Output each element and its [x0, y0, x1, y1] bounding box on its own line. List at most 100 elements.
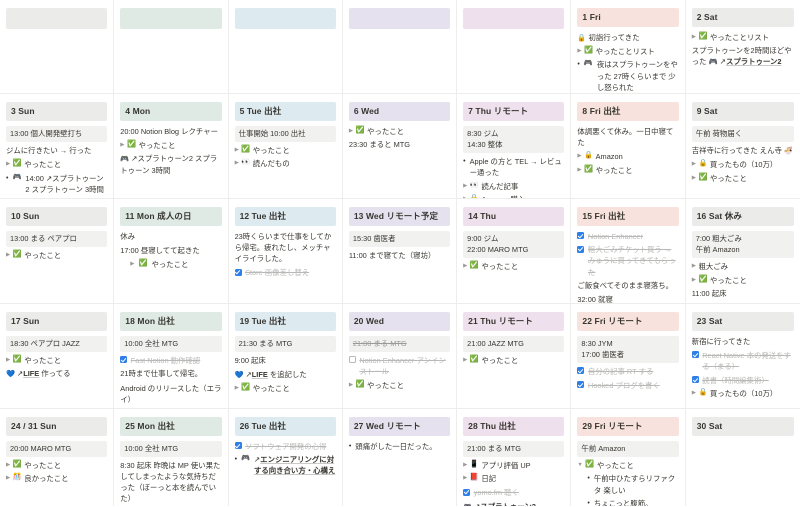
toggle-block[interactable]: ▶ ✅ やったこと — [6, 355, 107, 366]
checkbox-icon[interactable] — [691, 376, 699, 384]
calendar-day-cell[interactable]: 18 Mon 出社 10:00 全社 MTG Fast Notion 動作確認 21時… — [114, 304, 229, 409]
chevron-right-icon[interactable]: ▶ — [6, 250, 10, 260]
calendar-day-cell[interactable] — [114, 0, 229, 94]
toggle-block[interactable]: ▶ ✅ やったこと — [235, 145, 336, 156]
checkbox-icon[interactable] — [463, 488, 471, 496]
calendar-day-cell[interactable]: 30 Sat — [686, 409, 800, 506]
calendar-day-cell[interactable]: 21 Thu リモート 21:00 JAZZ MTG ▶ ✅ やったこと — [457, 304, 572, 409]
calendar-day-cell[interactable]: 11 Mon 成人の日 休み 17:00 昼寝してて起きた ▶ ✅ やったこと — [114, 199, 229, 304]
calendar-day-cell[interactable]: 3 Sun 13:00 個人開発壁打ち ジムに行きたい → 行った ▶ ✅ やったこと • 🎮… — [0, 94, 115, 199]
chevron-right-icon[interactable]: ▶ — [692, 32, 696, 42]
calendar-day-cell[interactable]: 15 Fri 出社 Notion Enhancer 粗大ごみチケット買う → みゅう… — [571, 199, 686, 304]
calendar-day-cell[interactable]: 5 Tue 出社 仕事開始 10:00 出社 ▶ ✅ やったこと ▶ 👀 読んだもの — [228, 94, 343, 199]
toggle-block[interactable]: ▶ ✅ やったこと — [6, 159, 107, 170]
toggle-block[interactable]: ▶ ✅ やったこと — [692, 274, 794, 286]
calendar-day-cell[interactable]: 28 Thu 出社 21:00 まる MTG ▶ 📱 アプリ評価 UP ▶ 📕 日記 yomo.… — [457, 409, 572, 506]
toggle-block[interactable]: ▶ ✅ やったこと — [692, 172, 794, 184]
inline-link[interactable]: スプラトゥーン2 — [726, 57, 781, 66]
chevron-right-icon[interactable]: ▶ — [692, 159, 696, 169]
inline-link[interactable]: スプラトゥーン2 — [480, 502, 535, 506]
calendar-day-cell[interactable]: 6 Wed ▶ ✅ やったこと 23:30 まると MTG — [342, 94, 458, 199]
toggle-block[interactable]: ▶ ✅ やったこと — [349, 126, 450, 137]
chevron-right-icon[interactable]: ▶ — [577, 151, 581, 161]
inline-link[interactable]: LIFE — [23, 369, 39, 378]
chevron-right-icon[interactable]: ▶ — [235, 158, 239, 168]
calendar-day-cell[interactable] — [342, 0, 458, 94]
toggle-block[interactable]: ▶ ✅ やったこと — [130, 259, 221, 270]
toggle-block[interactable]: ▶ ✅ やったこと — [463, 355, 564, 366]
todo-block[interactable]: Fast Notion 動作確認 — [120, 355, 221, 366]
checkbox-icon[interactable] — [234, 268, 242, 276]
chevron-right-icon[interactable]: ▶ — [6, 460, 10, 470]
calendar-day-cell[interactable]: 1 Fri 🔒 初詣行ってきた ▶ ✅ やったことリスト • 🎮 夜はスプラトゥーンをやった … — [571, 0, 686, 94]
calendar-day-cell[interactable]: 27 Wed リモート • 頭痛がした一日だった。 — [343, 409, 458, 506]
toggle-block[interactable]: ▶ ✅ やったこと — [6, 460, 107, 471]
calendar-day-cell[interactable]: 16 Sat 休み 7:00 粗大ごみ 午前 Amazon ▶ 粗大ごみ ▶ ✅ やったこと 1… — [685, 199, 800, 304]
chevron-right-icon[interactable]: ▶ — [120, 140, 124, 150]
checkbox-icon[interactable] — [348, 356, 356, 364]
todo-block[interactable]: React Native 本の発送をする（まる） — [691, 350, 794, 372]
toggle-block[interactable]: ▶ ✅ やったこと — [349, 379, 450, 391]
todo-block[interactable]: 読書（時間編集術） — [691, 375, 794, 386]
chevron-right-icon[interactable]: ▶ — [463, 460, 467, 470]
calendar-day-cell[interactable]: 4 Mon 20:00 Notion Blog レクチャー ▶ ✅ やったこと 🎮 ↗スプ… — [114, 94, 229, 199]
calendar-day-cell[interactable]: 24 / 31 Sun 20:00 MARO MTG ▶ ✅ やったこと ▶ 🎊 良かったこと — [0, 409, 115, 506]
toggle-block[interactable]: ▶ ✅ やったこと — [120, 140, 221, 151]
calendar-day-cell[interactable] — [0, 0, 115, 94]
inline-link[interactable]: LIFE — [252, 370, 268, 379]
chevron-right-icon[interactable]: ▶ — [349, 380, 353, 390]
calendar-day-cell[interactable]: 14 Thu 9:00 ジム 22:00 MARO MTG ▶ ✅ やったこと — [457, 199, 572, 304]
toggle-block[interactable]: ▶ 粗大ごみ — [692, 261, 794, 272]
calendar-day-cell[interactable]: 12 Tue 出社 23時くらいまで仕事をしてから帰宅。疲れたし、メッチャイライラ… — [228, 199, 343, 304]
inline-link[interactable]: エンジニアリングに対する向き合い方・心構え — [254, 455, 335, 475]
checkbox-icon[interactable] — [577, 232, 585, 240]
calendar-day-cell[interactable]: 25 Mon 出社 10:00 全社 MTG 8:30 起床 昨晩は MP 使い果た… — [114, 409, 229, 506]
todo-block[interactable]: 粗大ごみチケット買う → みゅうに買ってきてもらった — [577, 244, 678, 277]
calendar-day-cell[interactable]: 9 Sat 午前 荷物届く 吉祥寺に行ってきた えん寺 🍜 ▶ 🔒 買ったもの（10万） ▶… — [685, 94, 800, 199]
checkbox-icon[interactable] — [234, 442, 242, 450]
checkbox-icon[interactable] — [691, 351, 699, 359]
calendar-day-cell[interactable] — [228, 0, 343, 94]
chevron-right-icon[interactable]: ▶ — [6, 159, 10, 169]
calendar-day-cell[interactable]: 23 Sat 新宿に行ってきた React Native 本の発送をする（まる） 読書… — [685, 304, 800, 409]
chevron-right-icon[interactable]: ▶ — [130, 259, 134, 269]
calendar-day-cell[interactable]: 2 Sat ▶ ✅ やったことリスト スプラトゥーンを2時間ほどやった 🎮 ↗スプラトゥ… — [685, 0, 800, 94]
checkbox-icon[interactable] — [120, 356, 128, 364]
toggle-block[interactable]: ▶ 🔒 買ったもの（10万） — [692, 388, 794, 399]
todo-block[interactable]: Notion Enhancer — [577, 231, 678, 242]
calendar-day-cell[interactable]: 29 Fri リモート 午前 Amazon ▼ ✅ やったこと • 午前中ひたすらリファクタ… — [571, 409, 686, 506]
chevron-down-icon[interactable]: ▼ — [577, 460, 582, 470]
todo-block[interactable]: ソフトウェア開発の心得 — [234, 441, 336, 452]
toggle-block[interactable]: ▶ ✅ やったこと — [463, 261, 564, 272]
calendar-day-cell[interactable]: 22 Fri リモート 8:30 JYM 17:00 歯医者 自分の記事 RT する H… — [571, 304, 686, 409]
chevron-right-icon[interactable]: ▶ — [463, 355, 467, 365]
chevron-right-icon[interactable]: ▶ — [577, 46, 581, 56]
chevron-right-icon[interactable]: ▶ — [463, 181, 467, 191]
chevron-right-icon[interactable]: ▶ — [235, 383, 239, 393]
chevron-right-icon[interactable]: ▶ — [692, 275, 696, 285]
calendar-day-cell[interactable]: 26 Tue 出社 ソフトウェア開発の心得 • 🎮 ↗エンジニアリングに対する向き合い方… — [229, 409, 343, 506]
todo-block[interactable]: Hooked ブログを書く — [577, 380, 678, 391]
calendar-day-cell[interactable]: 7 Thu リモート 8:30 ジム 14:30 整体 • Apple の方と TEL … — [457, 94, 572, 199]
chevron-right-icon[interactable]: ▶ — [235, 145, 239, 155]
chevron-right-icon[interactable]: ▶ — [463, 261, 467, 271]
todo-block[interactable]: Notion Enhancer アンインストール — [348, 355, 450, 377]
toggle-block[interactable]: ▶ 🔒 買ったもの（10万） — [692, 159, 794, 170]
calendar-day-cell[interactable]: 10 Sun 13:00 まる ペアプロ ▶ ✅ やったこと — [0, 199, 115, 304]
toggle-block[interactable]: ▶ ✅ やったこと — [235, 383, 336, 394]
toggle-block[interactable]: ▶ ✅ やったこと — [577, 164, 678, 176]
todo-block[interactable]: 自分の記事 RT する — [577, 366, 678, 377]
toggle-block[interactable]: ▶ 📱 アプリ評価 UP — [463, 460, 564, 471]
calendar-day-cell[interactable]: 19 Tue 出社 21:30 まる MTG 9:00 起床 💙 ↗LIFE を追記し… — [228, 304, 343, 409]
toggle-block[interactable]: ▶ 🔒 Amazon — [577, 151, 678, 162]
calendar-day-cell[interactable] — [457, 0, 572, 94]
chevron-right-icon[interactable]: ▶ — [463, 473, 467, 483]
calendar-day-cell[interactable]: 17 Sun 18:30 ペアプロ JAZZ ▶ ✅ やったこと 💙 ↗LIFE 作ってる — [0, 304, 115, 409]
checkbox-icon[interactable] — [577, 381, 585, 389]
chevron-right-icon[interactable]: ▶ — [692, 261, 696, 271]
toggle-block[interactable]: ▶ ✅ やったことリスト — [692, 32, 794, 43]
calendar-day-cell[interactable]: 20 Wed 21:00 まる MTG Notion Enhancer アンインスト… — [342, 304, 458, 409]
chevron-right-icon[interactable]: ▶ — [692, 388, 696, 398]
chevron-right-icon[interactable]: ▶ — [692, 173, 696, 183]
toggle-block[interactable]: ▶ ✅ やったことリスト — [577, 46, 678, 57]
